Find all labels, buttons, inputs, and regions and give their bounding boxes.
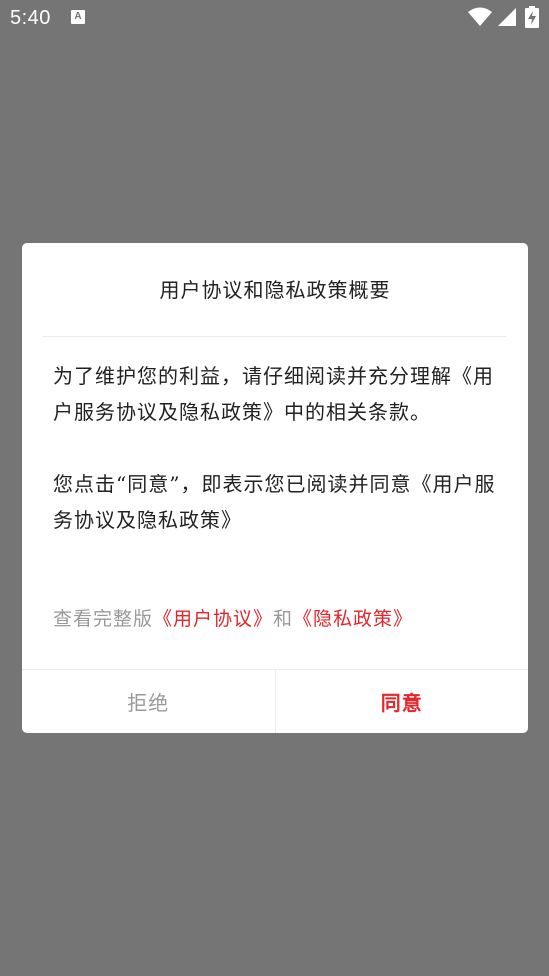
dialog-content: 为了维护您的利益，请仔细阅读并充分理解《用户服务协议及隐私政策》中的相关条款。 …: [53, 358, 503, 538]
battery-charging-icon: [525, 6, 539, 28]
privacy-dialog: 用户协议和隐私政策概要 为了维护您的利益，请仔细阅读并充分理解《用户服务协议及隐…: [22, 243, 528, 733]
terms-paragraph: 为了维护您的利益，请仔细阅读并充分理解《用户服务协议及隐私政策》中的相关条款。: [53, 364, 494, 424]
notification-a-icon: A: [71, 10, 85, 24]
links-joiner: 和: [273, 608, 294, 630]
dialog-title: 用户协议和隐私政策概要: [159, 278, 391, 302]
title-divider: [42, 336, 506, 337]
status-time: 5:40: [10, 7, 51, 29]
signal-icon: [498, 8, 516, 26]
wifi-icon: [468, 7, 492, 26]
full-version-links: 查看完整版《用户协议》和《隐私政策》: [53, 602, 513, 636]
consent-paragraph: 您点击“同意”，即表示您已阅读并同意《用户服务协议及隐私政策》: [53, 472, 496, 532]
privacy-policy-link[interactable]: 《隐私政策》: [293, 608, 413, 630]
agree-button[interactable]: 同意: [276, 670, 529, 733]
user-agreement-link[interactable]: 《用户协议》: [153, 608, 273, 630]
dialog-button-row: 拒绝 同意: [22, 670, 528, 733]
status-bar: 5:40 A: [0, 0, 549, 36]
refuse-button[interactable]: 拒绝: [22, 670, 276, 733]
links-prefix: 查看完整版: [53, 608, 154, 630]
